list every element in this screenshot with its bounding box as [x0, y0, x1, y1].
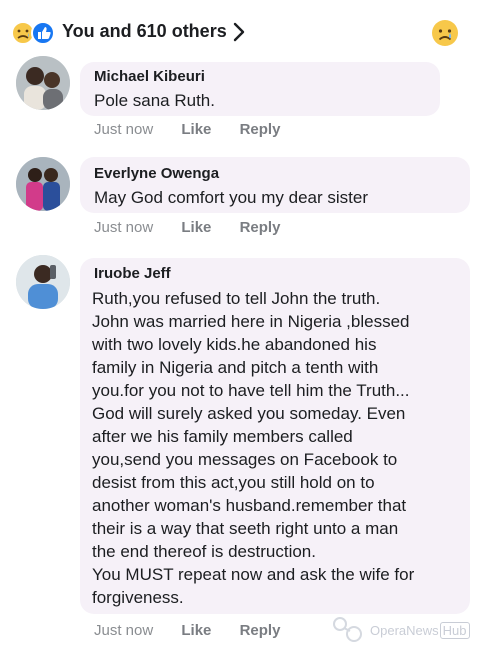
watermark-hub: Hub: [439, 622, 470, 639]
avatar[interactable]: [16, 157, 70, 211]
comment-text-line: the end thereof is destruction.: [92, 542, 316, 561]
like-button[interactable]: Like: [181, 622, 211, 639]
comment-text-line: God will surely asked you someday. Even: [92, 404, 406, 423]
comment-text-line: Ruth,you refused to tell John the truth.: [92, 289, 381, 308]
avatar[interactable]: [16, 255, 70, 309]
comment-text: May God comfort you my dear sister: [94, 188, 368, 207]
comment-text-line: their is a way that seeth right unto a m…: [92, 519, 399, 538]
comment-text-line: You MUST repeat now and ask the wife for: [92, 565, 415, 584]
sad-emoji-icon: [11, 21, 35, 45]
reply-button[interactable]: Reply: [240, 121, 281, 138]
watermark-brand: OperaNews: [370, 623, 439, 638]
comment-text: Pole sana Ruth.: [94, 91, 215, 110]
avatar[interactable]: [16, 56, 70, 110]
watermark: OperaNews Hub: [330, 612, 478, 648]
reply-button[interactable]: Reply: [240, 622, 281, 639]
operanews-logo-icon: [333, 617, 362, 642]
chevron-right-icon[interactable]: [230, 20, 248, 44]
comment-text-line: another woman's husband.remember that: [92, 496, 407, 515]
reaction-count[interactable]: You and 610 others: [62, 21, 227, 42]
comment-actions: Just now Like Reply: [94, 622, 304, 639]
comment-author[interactable]: Iruobe Jeff: [94, 265, 171, 282]
comment-text: Ruth,you refused to tell John the truth.…: [92, 287, 464, 609]
comment-actions: Just now Like Reply: [94, 121, 304, 138]
comment-text-line: you,send you messages on Facebook to: [92, 450, 398, 469]
comment-actions: Just now Like Reply: [94, 219, 304, 236]
comment-text-line: John was married here in Nigeria ,blesse…: [92, 312, 410, 331]
comment-text-line: desist from this act,you still hold on t…: [92, 473, 375, 492]
comment-time: Just now: [94, 121, 154, 138]
comment-text-line: after we his family members called: [92, 427, 353, 446]
reply-button[interactable]: Reply: [240, 219, 281, 236]
comment-text-line: forgiveness.: [92, 588, 184, 607]
reactions-bar[interactable]: You and 610 others: [0, 0, 480, 64]
comment-text-line: with two lovely kids.he abandoned his: [92, 335, 377, 354]
avatar-image: [16, 255, 70, 309]
avatar-image: [16, 157, 70, 211]
comment-text-line: you.for you not to have tell him the Tru…: [92, 381, 410, 400]
watermark-text: OperaNews Hub: [370, 622, 470, 639]
avatar-image: [16, 56, 70, 110]
like-button[interactable]: Like: [181, 121, 211, 138]
comment-author[interactable]: Michael Kibeuri: [94, 68, 205, 85]
comment-time: Just now: [94, 219, 154, 236]
sad-reaction-button[interactable]: [430, 18, 460, 48]
like-icon: [31, 21, 55, 45]
comment-time: Just now: [94, 622, 154, 639]
like-button[interactable]: Like: [181, 219, 211, 236]
comment-author[interactable]: Everlyne Owenga: [94, 165, 219, 182]
comment-text-line: family in Nigeria and pitch a tenth with: [92, 358, 379, 377]
reaction-icons: [11, 21, 55, 45]
